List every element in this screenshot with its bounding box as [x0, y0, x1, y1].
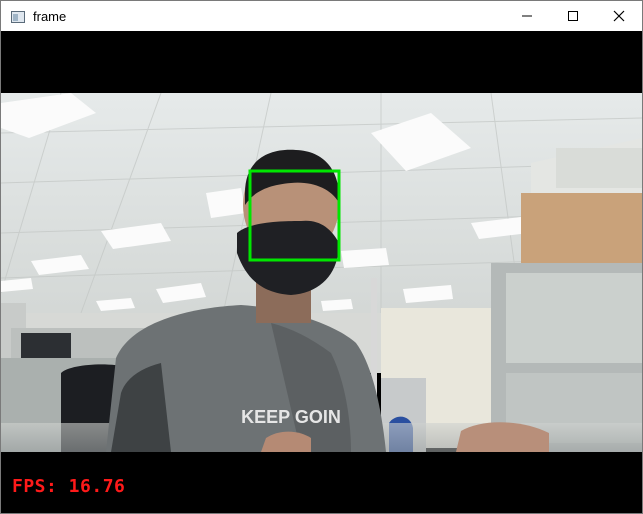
window-app-icon: [11, 10, 25, 23]
window-controls: [504, 1, 642, 31]
close-icon: [613, 10, 625, 22]
shirt-text: KEEP GOIN: [241, 407, 341, 427]
fps-counter: FPS: 16.76: [12, 476, 126, 497]
maximize-button[interactable]: [550, 1, 596, 31]
webcam-scene: KEEP GOIN: [1, 93, 642, 452]
app-window: frame KEEP GOIN FPS: 16.76: [0, 0, 643, 514]
title-bar[interactable]: frame: [1, 1, 642, 31]
maximize-icon: [568, 11, 578, 21]
minimize-icon: [522, 15, 532, 17]
minimize-button[interactable]: [504, 1, 550, 31]
webcam-frame: KEEP GOIN: [1, 93, 642, 452]
close-button[interactable]: [596, 1, 642, 31]
window-title: frame: [33, 8, 67, 24]
video-canvas: KEEP GOIN FPS: 16.76: [1, 31, 642, 513]
